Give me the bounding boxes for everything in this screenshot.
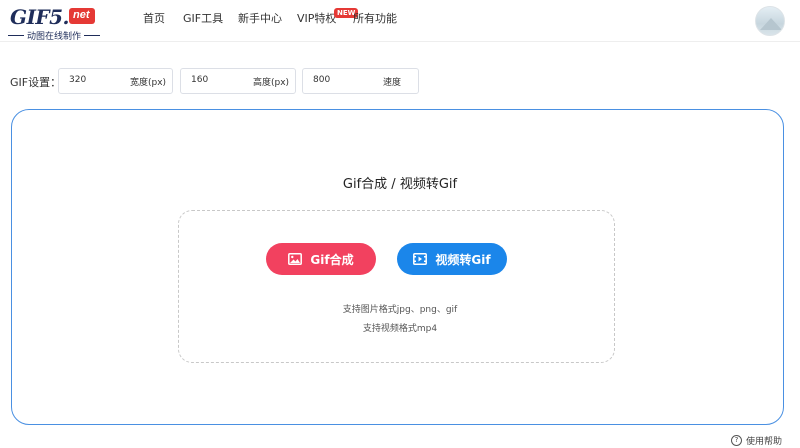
width-input[interactable]: 320 宽度(px) xyxy=(58,68,173,94)
speed-input[interactable]: 800 速度 xyxy=(302,68,419,94)
logo-dash-left xyxy=(8,35,24,36)
help-link[interactable]: ? 使用帮助 xyxy=(731,434,782,447)
image-icon xyxy=(288,253,303,265)
nav-vip[interactable]: VIP特权 xyxy=(297,12,336,26)
film-icon xyxy=(413,253,428,265)
nav-home[interactable]: 首页 xyxy=(143,12,165,26)
gif-settings-label: GIF设置： xyxy=(10,76,62,89)
width-unit: 宽度(px) xyxy=(130,78,167,88)
help-label: 使用帮助 xyxy=(746,437,783,447)
nav-all-features[interactable]: 所有功能 xyxy=(353,12,397,26)
question-icon: ? xyxy=(731,435,742,446)
nav-gif-tools[interactable]: GIF工具 xyxy=(183,12,223,26)
user-avatar[interactable] xyxy=(755,6,785,36)
logo-text: GIF5. xyxy=(10,5,70,29)
avatar-mountain-icon xyxy=(760,18,782,30)
video-to-gif-button[interactable]: 视频转Gif xyxy=(397,243,507,275)
upload-dropzone[interactable] xyxy=(178,210,615,363)
supported-image-formats: 支持图片格式jpg、png、gif xyxy=(342,305,458,315)
speed-unit: 速度 xyxy=(383,78,402,88)
site-logo[interactable]: GIF5. net 动图在线制作 xyxy=(8,5,108,42)
logo-subtitle: 动图在线制作 xyxy=(8,29,108,42)
logo-dash-right xyxy=(84,35,101,36)
height-input[interactable]: 160 高度(px) xyxy=(180,68,296,94)
height-unit: 高度(px) xyxy=(253,78,290,88)
gif-compose-button[interactable]: Gif合成 xyxy=(266,243,376,275)
logo-net-badge: net xyxy=(69,8,95,24)
width-value: 320 xyxy=(69,75,87,85)
supported-video-formats: 支持视频格式mp4 xyxy=(362,324,438,334)
gif-compose-label: Gif合成 xyxy=(310,252,354,267)
top-header: GIF5. net 动图在线制作 首页 GIF工具 新手中心 VIP特权 NEW… xyxy=(0,0,800,42)
logo-subtitle-text: 动图在线制作 xyxy=(27,32,82,42)
video-to-gif-label: 视频转Gif xyxy=(435,252,491,267)
panel-title: Gif合成 / 视频转Gif xyxy=(342,177,458,192)
nav-beginner-center[interactable]: 新手中心 xyxy=(238,12,282,26)
speed-value: 800 xyxy=(313,75,331,85)
height-value: 160 xyxy=(191,75,209,85)
